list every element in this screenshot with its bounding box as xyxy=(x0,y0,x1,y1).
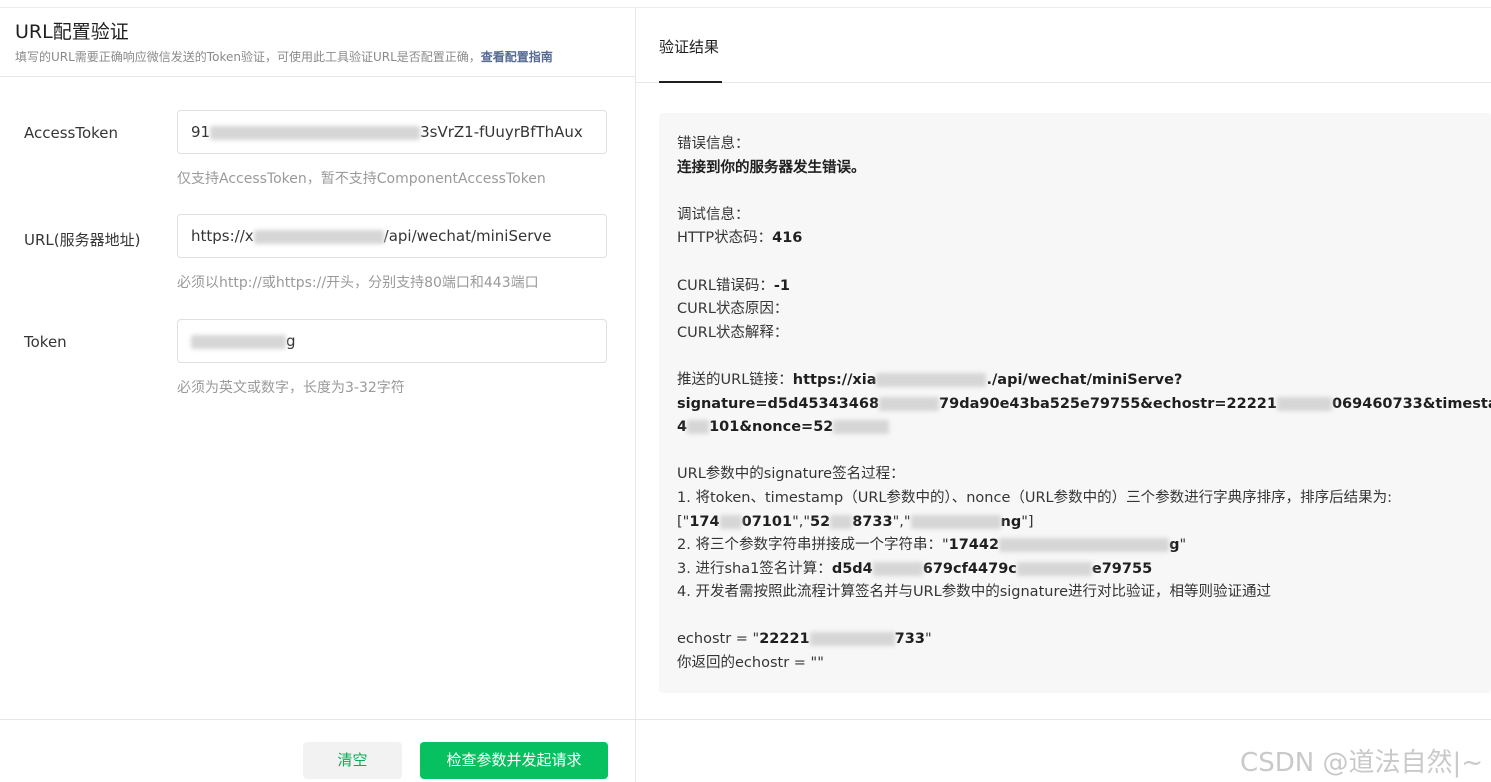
page-title: URL配置验证 xyxy=(15,21,129,43)
curl-error-label: CURL错误码： xyxy=(677,277,774,294)
push-url-ts-start: 4 xyxy=(677,419,688,436)
panel-divider xyxy=(635,8,636,782)
array-value3-end: ng xyxy=(1000,513,1022,530)
tab-active-indicator xyxy=(659,81,722,83)
http-status-label: HTTP状态码： xyxy=(677,230,773,247)
redacted-blur xyxy=(210,125,421,140)
echostr-line: echostr = "22221 733" xyxy=(677,628,1473,652)
token-input[interactable]: g xyxy=(177,319,607,363)
redacted-blur xyxy=(910,514,1001,529)
subtitle-text: 填写的URL需要正确响应微信发送的Token验证，可使用此工具验证URL是否配置… xyxy=(15,50,481,64)
step3-value-mid: 679cf4479c xyxy=(922,560,1017,577)
header-divider xyxy=(0,76,635,77)
curl-error: CURL错误码：-1 xyxy=(677,275,1473,299)
url-hint: 必须以http://或https://开头，分别支持80端口和443端口 xyxy=(177,275,539,291)
clear-button[interactable]: 清空 xyxy=(303,742,402,779)
top-border xyxy=(0,0,1491,8)
redacted-blur xyxy=(830,514,853,529)
access-token-input[interactable]: 91 3sVrZ1-fUuyrBfThAux xyxy=(177,110,607,154)
debug-label: 调试信息： xyxy=(677,206,750,223)
array-open: [" xyxy=(677,513,690,530)
curl-reason: CURL状态原因： xyxy=(677,301,789,318)
step3-label: 3. 进行sha1签名计算： xyxy=(677,560,832,577)
push-url-line3: 4 101&nonce=52 xyxy=(677,416,1473,440)
url-input[interactable]: https://x/api/wechat/miniServe xyxy=(177,214,607,258)
signature-step1: 1. 将token、timestamp（URL参数中的）、nonce（URL参数… xyxy=(677,489,1393,506)
tab-bar-divider xyxy=(636,82,1491,83)
signature-title: URL参数中的signature签名过程： xyxy=(677,466,905,483)
error-label: 错误信息： xyxy=(677,136,750,152)
echostr-label: echostr = " xyxy=(677,631,760,648)
access-token-value-start: 91 xyxy=(191,123,211,141)
redacted-blur xyxy=(719,514,742,529)
array-value1-start: 174 xyxy=(689,513,720,530)
access-token-hint: 仅支持AccessToken，暂不支持ComponentAccessToken xyxy=(177,171,546,187)
check-and-request-button[interactable]: 检查参数并发起请求 xyxy=(420,742,608,779)
url-value-end: /api/wechat/miniServe xyxy=(383,227,552,245)
array-value1-end: 07101 xyxy=(741,513,793,530)
echostr-value-start: 22221 xyxy=(759,631,810,648)
result-panel: 错误信息： 连接到你的服务器发生错误。 调试信息： HTTP状态码：416 CU… xyxy=(659,113,1491,693)
signature-step1-array: ["174 07101","52 8733"," ng"] xyxy=(677,511,1473,535)
push-url-label: 推送的URL链接： xyxy=(677,371,793,388)
step2-value-end: g xyxy=(1169,537,1180,554)
csdn-watermark: CSDN @道法自然|~ xyxy=(1240,748,1483,778)
signature-step4: 4. 开发者需按照此流程计算签名并与URL参数中的signature进行对比验证… xyxy=(677,584,1272,601)
redacted-blur xyxy=(809,632,895,647)
push-url-echostr: 79da90e43ba525e79755&echostr=22221 xyxy=(939,395,1277,412)
push-url-line2: signature=d5d45343468 79da90e43ba525e7975… xyxy=(677,393,1491,417)
error-message-text: 连接到你的服务器发生错误。 xyxy=(677,159,866,176)
access-token-value-end: 3sVrZ1-fUuyrBfThAux xyxy=(420,123,583,141)
echostr-value-end: 733 xyxy=(894,631,925,648)
step3-value-end: e79755 xyxy=(1091,560,1153,577)
http-status: HTTP状态码：416 xyxy=(677,227,1473,251)
redacted-blur xyxy=(833,420,890,435)
curl-explain: CURL状态解释： xyxy=(677,324,789,341)
error-message: 连接到你的服务器发生错误。 xyxy=(677,157,1473,181)
push-url-timestamp: 069460733&timestamp=17 xyxy=(1331,395,1491,412)
footer-divider-left xyxy=(0,719,635,720)
redacted-blur xyxy=(1016,561,1092,576)
array-separator: "," xyxy=(892,513,911,530)
redacted-blur xyxy=(872,561,923,576)
token-label: Token xyxy=(24,333,67,351)
step2-value-start: 17442 xyxy=(948,537,1000,554)
tab-verify-result[interactable]: 验证结果 xyxy=(659,36,719,57)
http-status-value: 416 xyxy=(772,230,803,247)
access-token-label: AccessToken xyxy=(24,124,119,142)
curl-error-value: -1 xyxy=(773,277,790,294)
redacted-blur xyxy=(876,372,987,387)
step3-value-start: d5d4 xyxy=(831,560,873,577)
config-guide-link[interactable]: 查看配置指南 xyxy=(481,50,553,64)
array-value2-start: 52 xyxy=(810,513,831,530)
push-url-signature: signature=d5d45343468 xyxy=(677,395,880,412)
returned-echostr: 你返回的echostr = "" xyxy=(677,655,824,672)
array-close: "] xyxy=(1021,513,1034,530)
token-value-end: g xyxy=(286,332,296,350)
signature-step3: 3. 进行sha1签名计算：d5d4 679cf4479c e79755 xyxy=(677,558,1473,582)
push-url-line1: 推送的URL链接：https://xia ./api/wechat/miniSer… xyxy=(677,369,1473,393)
step2-label: 2. 将三个参数字符串拼接成一个字符串：" xyxy=(677,537,949,554)
footer-divider-right xyxy=(636,719,1491,720)
push-url-start: https://xia xyxy=(792,371,877,388)
push-url-nonce: 101&nonce=52 xyxy=(709,419,834,436)
push-url-path: ./api/wechat/miniServe? xyxy=(986,371,1183,388)
url-value-start: https://x xyxy=(191,227,254,245)
redacted-blur xyxy=(253,229,384,244)
redacted-blur xyxy=(1276,396,1332,411)
signature-step2: 2. 将三个参数字符串拼接成一个字符串："17442 g" xyxy=(677,534,1473,558)
redacted-blur xyxy=(879,396,940,411)
redacted-blur xyxy=(687,420,710,435)
token-hint: 必须为英文或数字，长度为3-32字符 xyxy=(177,380,405,396)
redacted-blur xyxy=(191,334,286,349)
array-value2-end: 8733 xyxy=(852,513,893,530)
array-separator: "," xyxy=(792,513,811,530)
page-subtitle: 填写的URL需要正确响应微信发送的Token验证，可使用此工具验证URL是否配置… xyxy=(15,48,553,65)
url-label: URL(服务器地址) xyxy=(24,231,141,249)
echostr-close: " xyxy=(924,631,932,648)
redacted-blur xyxy=(999,538,1170,553)
step2-close: " xyxy=(1179,537,1187,554)
